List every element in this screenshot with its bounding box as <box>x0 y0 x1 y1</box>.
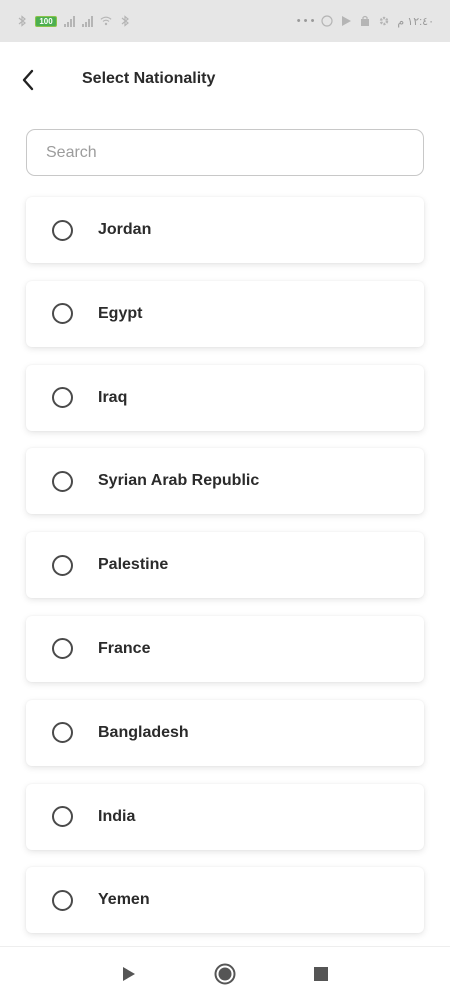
nationality-label: Jordan <box>98 221 152 238</box>
shopping-bag-icon <box>361 15 370 26</box>
nationality-option[interactable]: Syrian Arab Republic <box>26 448 424 515</box>
page-title: Select Nationality <box>82 70 216 87</box>
system-navigation-bar <box>0 946 450 1000</box>
radio-button-icon[interactable] <box>52 554 73 576</box>
back-button[interactable] <box>14 66 42 94</box>
radio-button-icon[interactable] <box>52 638 73 660</box>
nav-back-button[interactable] <box>117 962 141 986</box>
nav-home-button[interactable] <box>213 962 237 986</box>
wifi-icon <box>100 16 112 26</box>
battery-indicator: 100 <box>35 15 57 27</box>
nationality-label: Syrian Arab Republic <box>98 472 260 490</box>
radio-button-icon[interactable] <box>52 889 73 911</box>
radio-button-icon[interactable] <box>52 470 73 492</box>
more-notifications-icon: • • • <box>296 15 315 27</box>
nationality-option[interactable]: France <box>26 615 424 682</box>
radio-button-icon[interactable] <box>52 806 73 828</box>
chevron-left-icon <box>22 69 34 91</box>
status-bar: 100 • • • ١٢:٤٠ م <box>0 0 450 42</box>
nationality-option[interactable]: India <box>26 783 424 850</box>
signal-strength-icon <box>64 15 75 27</box>
nationality-label: France <box>98 639 151 657</box>
settings-gear-icon <box>380 16 389 26</box>
nav-recents-button[interactable] <box>309 962 333 986</box>
app-header: Select Nationality <box>0 42 450 120</box>
back-triangle-icon <box>123 966 135 981</box>
nationality-option[interactable]: Egypt <box>26 280 424 347</box>
clock: ١٢:٤٠ م <box>397 15 434 28</box>
nationality-option[interactable]: Yemen <box>26 867 424 934</box>
nationality-label: Bangladesh <box>98 723 189 741</box>
recents-square-icon <box>314 966 328 981</box>
nationality-label: Egypt <box>98 304 143 322</box>
notification-app-icon <box>321 15 334 27</box>
radio-button-icon[interactable] <box>52 303 73 325</box>
search-input[interactable] <box>26 129 424 176</box>
play-store-icon <box>342 16 352 26</box>
nationality-option[interactable]: Bangladesh <box>26 699 424 766</box>
radio-button-icon[interactable] <box>52 722 73 744</box>
nationality-list: Jordan Egypt Iraq Syrian Arab Republic Pales… <box>26 197 424 951</box>
nationality-label: India <box>98 807 136 825</box>
bluetooth-icon <box>18 15 26 27</box>
nationality-option[interactable]: Palestine <box>26 532 424 599</box>
nationality-label: Iraq <box>98 388 128 406</box>
bluetooth-status-icon <box>121 15 129 27</box>
signal-strength-2-icon <box>82 15 93 27</box>
status-bar-left: 100 <box>16 15 131 27</box>
nationality-label: Yemen <box>98 891 150 909</box>
home-circle-icon <box>214 963 236 984</box>
status-bar-right: • • • ١٢:٤٠ م <box>297 15 434 28</box>
nationality-option[interactable]: Iraq <box>26 364 424 431</box>
radio-button-icon[interactable] <box>52 219 73 241</box>
nationality-option[interactable]: Jordan <box>26 197 424 263</box>
nationality-label: Palestine <box>98 556 169 574</box>
radio-button-icon[interactable] <box>52 387 73 409</box>
